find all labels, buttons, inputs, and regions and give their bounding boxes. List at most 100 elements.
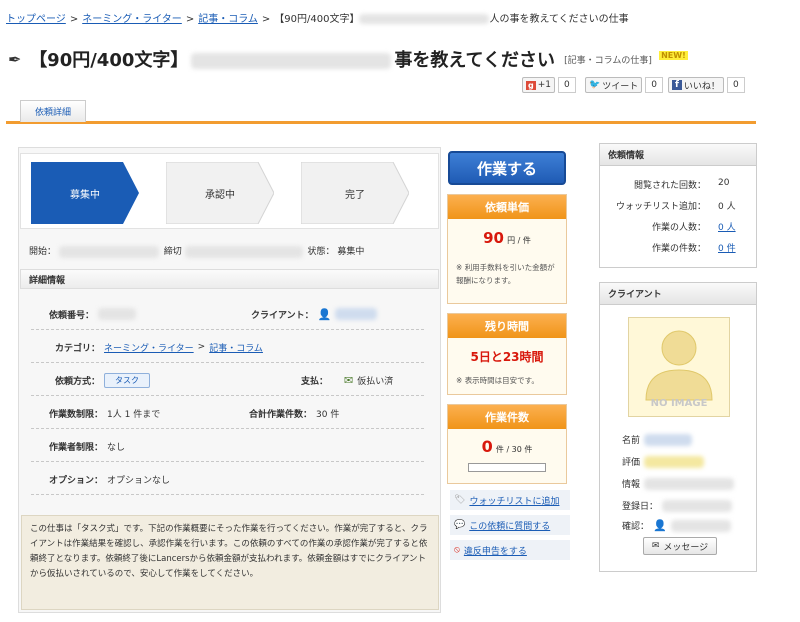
unit-price-value: 90 [483,229,504,247]
worker-limit-label: 作業者制限： [49,442,104,453]
watchlist-link[interactable]: 🏷 ウォッチリストに追加 [450,490,570,510]
breadcrumb-separator: > [185,14,195,25]
work-count-box: 作業件数 0 件 / 30 件 [447,404,567,484]
google-plus-button[interactable]: g +1 [522,77,556,93]
watchlist-count-label: ウォッチリスト追加： [615,202,706,212]
redacted-text [58,245,159,258]
registered-label: 登録日： [622,502,659,512]
note-mark: ※ [456,263,463,272]
page-title: 【90円/400文字】 事を教えてください [29,50,555,71]
report-link-text[interactable]: 違反申告をする [464,544,527,557]
google-plus-share[interactable]: g +1 0 [522,77,576,93]
work-count-value: 0 [481,437,493,456]
views-value: 20 [718,178,730,188]
step-complete-label: 完了 [345,189,365,201]
tweet-count: 0 [645,77,663,93]
detail-row: 作業者制限： なし [31,430,424,462]
person-icon: 👤 [653,519,667,532]
message-button[interactable]: ✉ メッセージ [643,537,717,555]
redacted-date [662,499,733,512]
redacted-rating [644,455,705,468]
unit-price-box: 依頼単価 90 円 / 件 ※ 利用手数料を引いた金額が報酬になります。 [447,194,567,304]
facebook-like-share[interactable]: f いいね！ 0 [668,77,745,93]
redacted-text [98,308,137,320]
question-link[interactable]: 💬 この依頼に質問する [450,515,570,535]
redacted-client-name[interactable] [644,433,693,446]
tweet-share[interactable]: 🐦 ツイート 0 [585,77,663,93]
unit-price-header: 依頼単価 [448,195,566,219]
step-recruiting-label: 募集中 [70,189,100,201]
redacted-text [359,14,490,24]
work-count-unit: 件 / 30 件 [495,445,533,454]
client-label: クライアント： [251,310,314,321]
request-info-box: 依頼情報 閲覧された回数： 20 ウォッチリスト追加： 0 人 作業の人数： 0 人 … [599,143,757,268]
user-icon: 👤 [317,307,332,321]
watchlist-count-value: 0 人 [718,202,736,212]
deadline-label: 締切 [163,247,182,257]
task-badge: タスク [104,372,151,388]
detail-row: オプション： オプションなし [31,463,424,495]
total-work-value: 30 件 [316,409,340,420]
watchlist-link-text[interactable]: ウォッチリストに追加 [469,494,559,507]
client-header: クライアント [600,283,756,305]
work-button[interactable]: 作業する [448,151,566,185]
client-name-label: 名前 [622,436,641,446]
progress-steps: 募集中 承認中 完了 [20,153,439,229]
payment-label: 支払： [301,376,329,387]
facebook-like-count: 0 [726,77,745,93]
redacted-verified [670,519,731,532]
envelope-icon: ✉ [651,541,660,551]
step-approving-label: 承認中 [205,189,235,201]
work-limit-value: 1人 1 件まで [107,409,161,420]
step-approving: 承認中 [166,162,274,224]
breadcrumb-article-column[interactable]: 記事・コラム [198,14,258,25]
remaining-time-value: 5日と23時間 [470,350,544,364]
option-label: オプション： [49,475,104,486]
redacted-client-name[interactable] [335,308,378,320]
category-link-naming-writer[interactable]: ネーミング・ライター [104,341,194,354]
status-label: 状態： [307,247,335,257]
client-box: クライアント NO IMAGE 名前 評価 情報 登録日： 確認： 👤 ✉ メッセー… [599,282,757,572]
breadcrumb-naming-writer[interactable]: ネーミング・ライター [82,14,182,25]
breadcrumb-top[interactable]: トップページ [6,14,66,25]
info-row-watchlist: ウォッチリスト追加： 0 人 [600,195,756,216]
option-value: オプションなし [107,475,171,486]
redacted-info [644,477,735,490]
category-link-article-column[interactable]: 記事・コラム [209,341,263,354]
tab-bar: 依頼詳細 [6,100,756,124]
request-number-label: 依頼番号： [49,310,95,321]
tab-request-detail[interactable]: 依頼詳細 [20,100,86,122]
views-label: 閲覧された回数： [633,181,706,191]
remaining-time-box: 残り時間 5日と23時間 ※ 表示時間は目安です。 [447,313,567,395]
payment-check-icon: ✉ [344,373,354,387]
start-label: 開始： [29,247,57,257]
category-separator: > [197,342,206,352]
new-badge: NEW! [659,50,688,60]
question-link-text[interactable]: この依頼に質問する [469,519,550,532]
redacted-text [191,53,392,69]
tweet-button[interactable]: 🐦 ツイート [585,77,643,93]
unit-price-note: 利用手数料を引いた金額が報酬になります。 [456,263,555,285]
info-row-views: 閲覧された回数： 20 [600,174,756,195]
client-rating-label: 評価 [622,458,641,468]
prohibited-icon: ⦸ [454,545,460,555]
works-label: 作業の件数： [651,244,706,254]
workers-label: 作業の人数： [651,223,706,233]
pen-icon: ✒ [8,49,22,69]
main-panel: 募集中 承認中 完了 開始： 締切 状態： 募集中 詳細情報 依頼番号： クライ… [18,147,441,613]
detail-row: カテゴリ： ネーミング・ライター > 記事・コラム [31,331,424,363]
step-recruiting: 募集中 [31,162,139,224]
client-info-label: 情報 [622,480,641,490]
workers-link[interactable]: 0 人 [718,220,736,233]
work-limit-label: 作業数制限： [49,409,104,420]
payment-value: 仮払い済 [357,376,394,387]
detail-row: 依頼番号： クライアント： 👤 [31,298,424,330]
breadcrumb-current-tail: 人の事を教えてくださいの仕事 [489,14,629,25]
report-link[interactable]: ⦸ 違反申告をする [450,540,570,560]
google-plus-count: 0 [558,77,576,93]
facebook-icon: f [672,80,682,90]
facebook-like-button[interactable]: f いいね！ [668,77,724,93]
step-complete: 完了 [301,162,409,224]
works-link[interactable]: 0 件 [718,241,736,254]
status-value: 募集中 [337,247,365,257]
